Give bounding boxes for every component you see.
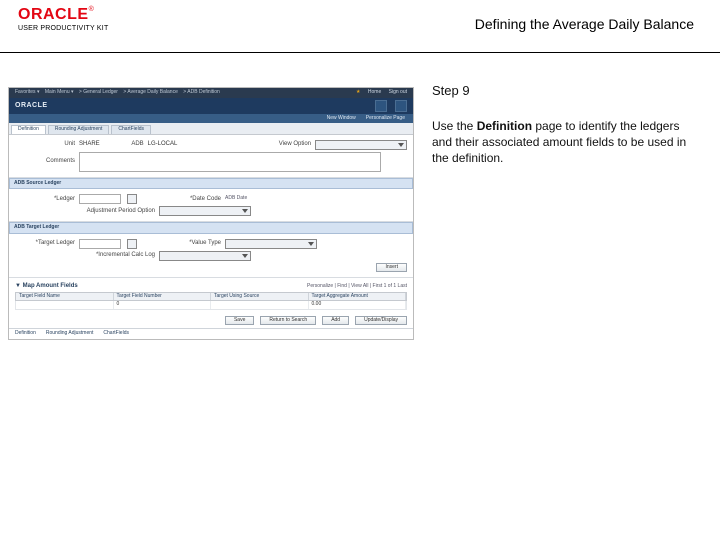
adj-period-select[interactable]	[159, 206, 251, 216]
add-button[interactable]: Add	[322, 316, 349, 326]
date-code-value: ADB Date	[225, 196, 247, 202]
grid-header: Target Field Name Target Field Number Ta…	[15, 292, 407, 302]
col-target-aggregate: Target Aggregate Amount	[309, 293, 407, 301]
crumb-item[interactable]: > Average Daily Balance	[123, 89, 178, 95]
bottom-tab-rounding[interactable]: Rounding Adjustment	[46, 331, 94, 337]
col-target-using-source: Target Using Source	[211, 293, 309, 301]
value-type-select[interactable]	[225, 239, 317, 249]
table-row[interactable]: 0 0.00	[15, 301, 407, 310]
adb-value: LG-LOCAL	[148, 141, 178, 148]
lookup-icon[interactable]	[127, 239, 137, 249]
page-title: Defining the Average Daily Balance	[475, 16, 694, 32]
save-button[interactable]: Save	[225, 316, 254, 326]
date-code-label: *Date Code	[141, 196, 221, 203]
crumb-item[interactable]: > ADB Definition	[183, 89, 220, 95]
step-description: Use the Definition page to identify the …	[432, 118, 702, 167]
nav-icon[interactable]	[395, 100, 407, 112]
tgt-ledger-label: *Target Ledger	[15, 240, 75, 247]
crumb-item[interactable]: Main Menu ▾	[45, 89, 74, 95]
view-option-select[interactable]	[315, 140, 407, 150]
value-type-label: *Value Type	[141, 240, 221, 247]
src-ledger-label: *Ledger	[15, 196, 75, 203]
lookup-icon[interactable]	[127, 194, 137, 204]
personalize-link[interactable]: Personalize Page	[366, 116, 405, 122]
unit-label: Unit	[15, 141, 75, 148]
logo-subtitle: USER PRODUCTIVITY KIT	[18, 25, 108, 32]
crumb-item[interactable]: > General Ledger	[79, 89, 118, 95]
col-target-field-name: Target Field Name	[16, 293, 114, 301]
app-brand: ORACLE	[15, 102, 48, 110]
home-link[interactable]: Home	[368, 89, 381, 95]
col-target-field-number: Target Field Number	[114, 293, 212, 301]
step-label: Step 9	[432, 83, 702, 98]
tab-definition[interactable]: Definition	[11, 125, 46, 134]
adb-label: ADB	[104, 141, 144, 148]
update-button[interactable]: Update/Display	[355, 316, 407, 326]
app-topbar: Favorites ▾ Main Menu ▾ > General Ledger…	[9, 88, 413, 98]
signout-link[interactable]: Sign out	[389, 89, 407, 95]
brand-logo: ORACLE® USER PRODUCTIVITY KIT	[18, 6, 108, 32]
unit-value: SHARE	[79, 141, 100, 148]
crumb-item[interactable]: Favorites ▾	[15, 89, 39, 95]
grid-last[interactable]: Last	[398, 283, 407, 289]
new-window-link[interactable]: New Window	[327, 116, 356, 122]
bottom-tab-chartfields[interactable]: ChartFields	[103, 331, 129, 337]
insert-button[interactable]: Insert	[376, 263, 407, 273]
adj-period-label: Adjustment Period Option	[15, 208, 155, 215]
comments-field[interactable]	[79, 152, 381, 172]
grid-viewall[interactable]: View All	[351, 283, 368, 289]
incr-calc-label: *Incremental Calc Log	[15, 252, 155, 259]
tab-rounding[interactable]: Rounding Adjustment	[48, 125, 110, 134]
grid-title[interactable]: ▼ Map Amount Fields	[15, 283, 78, 290]
tgt-ledger-field[interactable]	[79, 239, 121, 249]
grid-first[interactable]: First	[373, 283, 383, 289]
return-button[interactable]: Return to Search	[260, 316, 316, 326]
flag-icon[interactable]	[375, 100, 387, 112]
app-screenshot: Favorites ▾ Main Menu ▾ > General Ledger…	[8, 87, 414, 340]
grid-pos: 1 of 1	[384, 283, 397, 289]
view-option-label: View Option	[251, 141, 311, 148]
grid-personalize[interactable]: Personalize	[307, 283, 333, 289]
source-ledger-band: ADB Source Ledger	[9, 178, 413, 190]
grid-find[interactable]: Find	[337, 283, 347, 289]
home-icon[interactable]: ★	[356, 89, 360, 95]
bottom-tab-definition[interactable]: Definition	[15, 331, 36, 337]
breadcrumb[interactable]: Favorites ▾ Main Menu ▾ > General Ledger…	[15, 90, 224, 96]
target-ledger-band: ADB Target Ledger	[9, 222, 413, 234]
logo-text: ORACLE	[18, 6, 89, 23]
src-ledger-field[interactable]	[79, 194, 121, 204]
incr-calc-select[interactable]	[159, 251, 251, 261]
tab-chartfields[interactable]: ChartFields	[111, 125, 151, 134]
comments-label: Comments	[15, 158, 75, 165]
